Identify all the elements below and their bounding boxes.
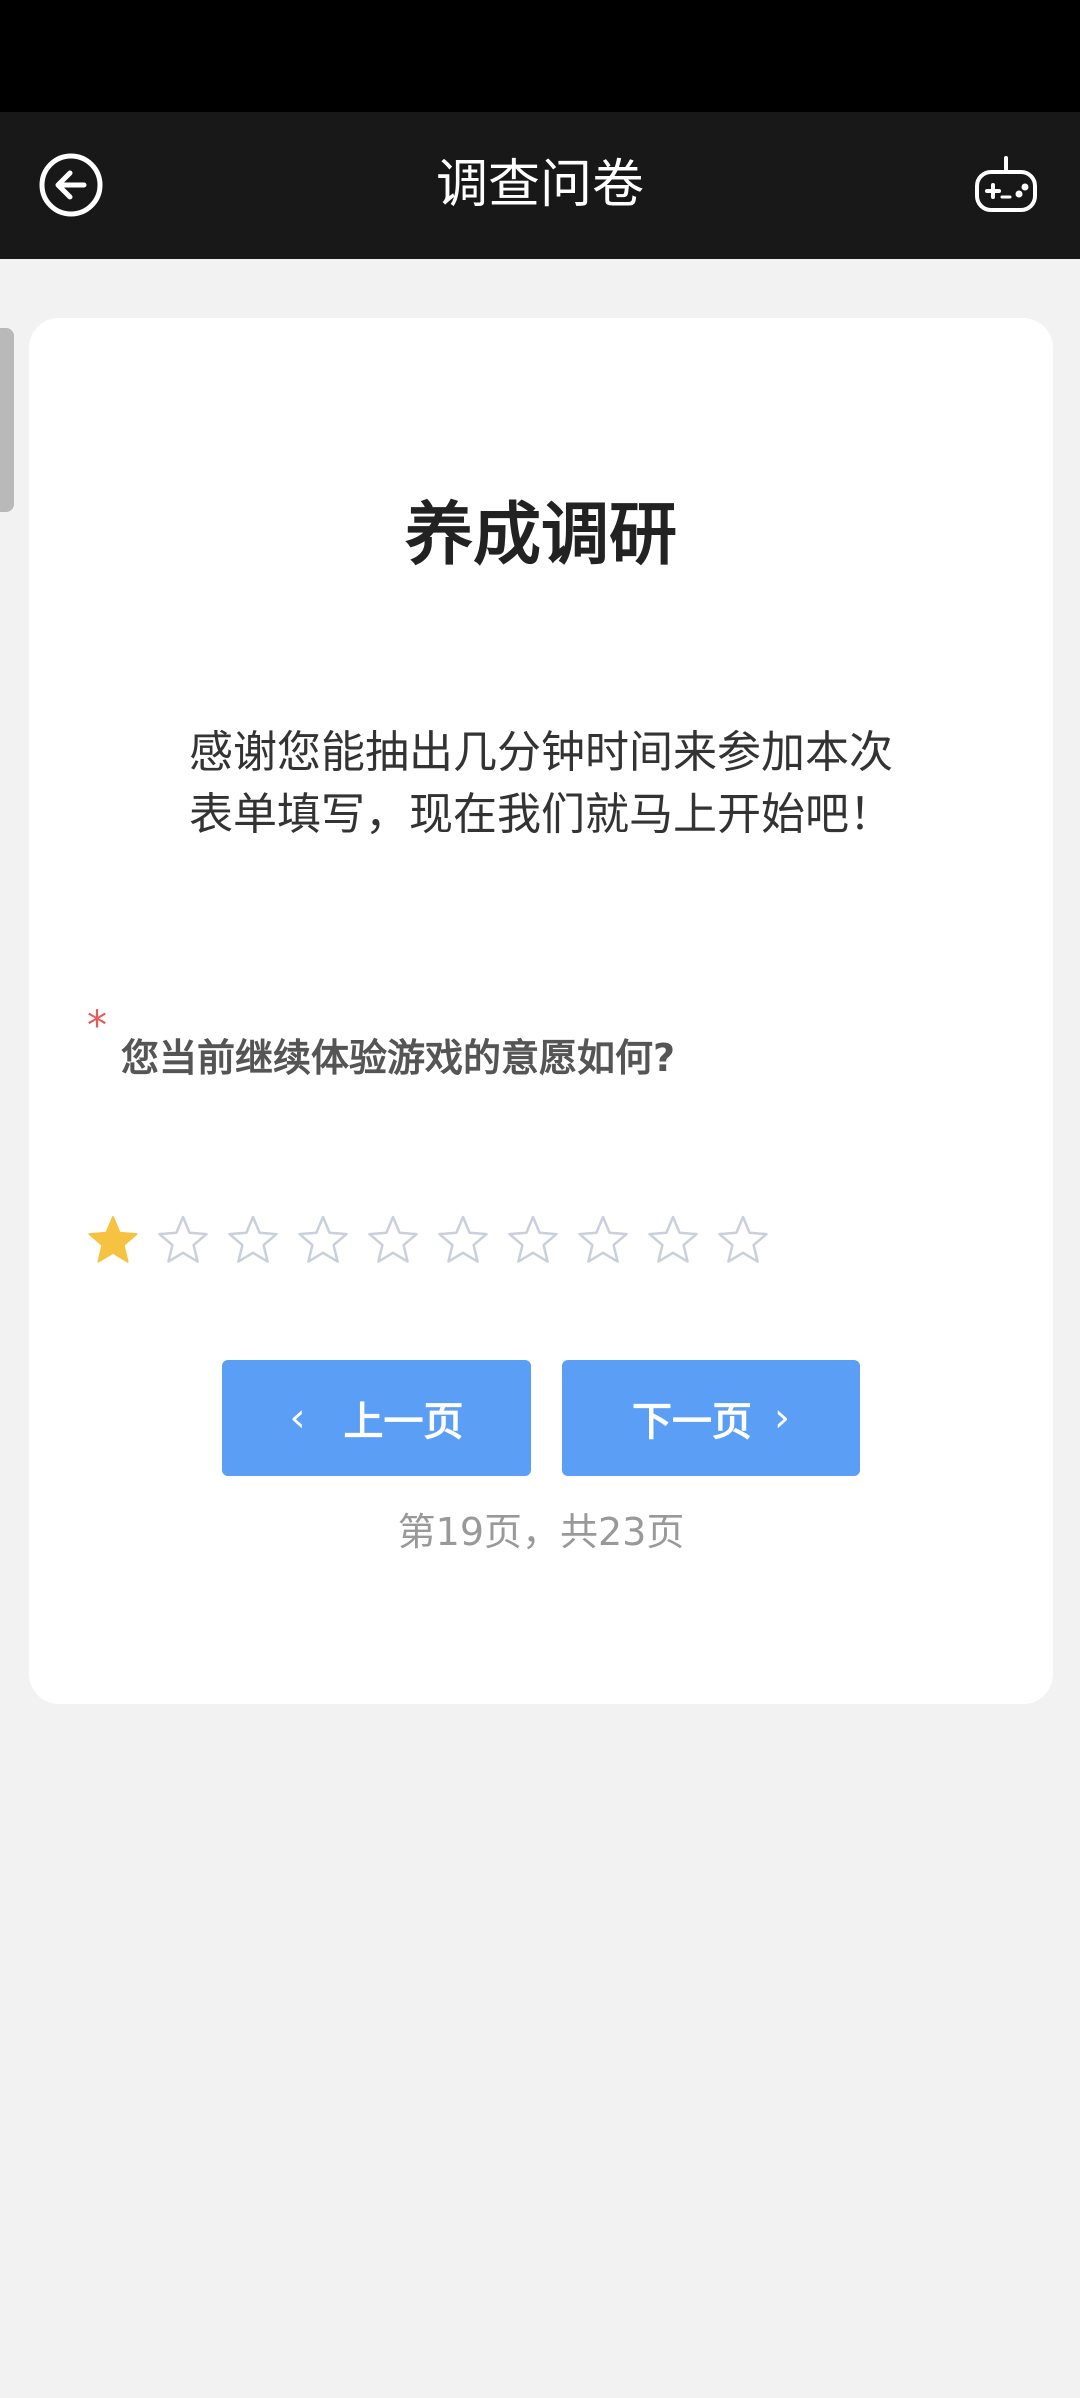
- status-bar: [0, 0, 1080, 112]
- star-empty-icon[interactable]: [507, 1214, 559, 1266]
- question-text: 您当前继续体验游戏的意愿如何?: [121, 1036, 676, 1080]
- star-empty-icon[interactable]: [227, 1214, 279, 1266]
- prev-page-label: 上一页: [343, 1399, 464, 1445]
- star-empty-icon[interactable]: [367, 1214, 419, 1266]
- survey-card: 养成调研 感谢您能抽出几分钟时间来参加本次表单填写，现在我们就马上开始吧！ * …: [29, 318, 1053, 1704]
- next-page-label: 下一页: [632, 1399, 752, 1445]
- star-filled-icon[interactable]: [87, 1214, 139, 1266]
- star-empty-icon[interactable]: [297, 1214, 349, 1266]
- chevron-right-icon: ›: [774, 1395, 790, 1441]
- chevron-left-icon: ‹: [289, 1395, 306, 1441]
- star-empty-icon[interactable]: [437, 1214, 489, 1266]
- next-page-button[interactable]: 下一页 ›: [562, 1360, 860, 1476]
- star-rating[interactable]: [87, 1214, 787, 1270]
- star-empty-icon[interactable]: [157, 1214, 209, 1266]
- page-indicator: 第19页，共23页: [397, 1510, 685, 1554]
- star-empty-icon[interactable]: [717, 1214, 769, 1266]
- side-drag-handle[interactable]: [0, 328, 14, 512]
- back-arrow-icon[interactable]: [38, 152, 104, 218]
- survey-title: 养成调研: [404, 496, 677, 575]
- page-title: 调查问卷: [435, 155, 644, 215]
- star-empty-icon[interactable]: [577, 1214, 629, 1266]
- gamepad-icon[interactable]: [972, 156, 1040, 216]
- survey-intro: 感谢您能抽出几分钟时间来参加本次表单填写，现在我们就马上开始吧！: [189, 727, 893, 840]
- star-empty-icon[interactable]: [647, 1214, 699, 1266]
- top-bar: 调查问卷: [0, 112, 1080, 259]
- prev-page-button[interactable]: ‹ 上一页: [222, 1360, 531, 1476]
- required-asterisk: *: [87, 1003, 107, 1049]
